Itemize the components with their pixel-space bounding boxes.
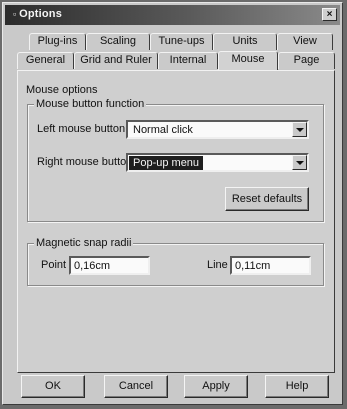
right-mouse-button-select[interactable]: Pop-up menu	[126, 153, 309, 172]
close-icon: ×	[326, 9, 333, 20]
left-mouse-button-label: Left mouse button	[37, 123, 126, 135]
chevron-down-icon[interactable]	[292, 155, 307, 170]
tab-page[interactable]: Page	[278, 52, 335, 69]
apply-button[interactable]: Apply	[184, 375, 248, 398]
close-button[interactable]: ×	[322, 8, 337, 21]
point-label: Point	[41, 259, 67, 271]
cancel-button[interactable]: Cancel	[104, 375, 168, 398]
chevron-down-icon[interactable]	[292, 122, 307, 137]
line-radius-input[interactable]: 0,11cm	[230, 256, 311, 275]
options-dialog: ▫ Options × Plug-ins Scaling Tune-ups Un…	[2, 2, 343, 405]
right-mouse-button-value: Pop-up menu	[129, 156, 204, 170]
left-mouse-button-select[interactable]: Normal click	[126, 120, 309, 139]
tab-general[interactable]: General	[17, 52, 74, 69]
magnetic-snap-radii-title: Magnetic snap radii	[34, 237, 134, 249]
tab-plug-ins[interactable]: Plug-ins	[29, 33, 86, 50]
tab-view[interactable]: View	[277, 33, 333, 50]
tab-mouse[interactable]: Mouse	[218, 51, 278, 70]
mouse-tab-panel: Mouse options Mouse button function Left…	[17, 70, 335, 373]
right-mouse-button-label: Right mouse button	[37, 156, 133, 168]
ok-button[interactable]: OK	[21, 375, 85, 398]
point-radius-input[interactable]: 0,16cm	[69, 256, 150, 275]
tab-grid-and-ruler[interactable]: Grid and Ruler	[74, 52, 158, 69]
tab-tune-ups[interactable]: Tune-ups	[150, 33, 213, 50]
line-label: Line	[207, 259, 228, 271]
title-bar[interactable]: ▫ Options ×	[5, 5, 340, 25]
left-mouse-button-value: Normal click	[133, 124, 193, 136]
help-button[interactable]: Help	[265, 375, 329, 398]
tab-units[interactable]: Units	[213, 33, 277, 50]
tab-scaling[interactable]: Scaling	[86, 33, 150, 50]
mouse-options-heading: Mouse options	[26, 84, 98, 96]
mouse-button-function-group: Mouse button function Left mouse button …	[27, 98, 324, 222]
reset-defaults-button[interactable]: Reset defaults	[225, 187, 309, 211]
tab-internal[interactable]: Internal	[158, 52, 218, 69]
window-title: ▫ Options	[13, 8, 63, 20]
mouse-button-function-title: Mouse button function	[34, 98, 147, 110]
magnetic-snap-radii-group: Magnetic snap radii Point 0,16cm Line 0,…	[27, 237, 324, 286]
